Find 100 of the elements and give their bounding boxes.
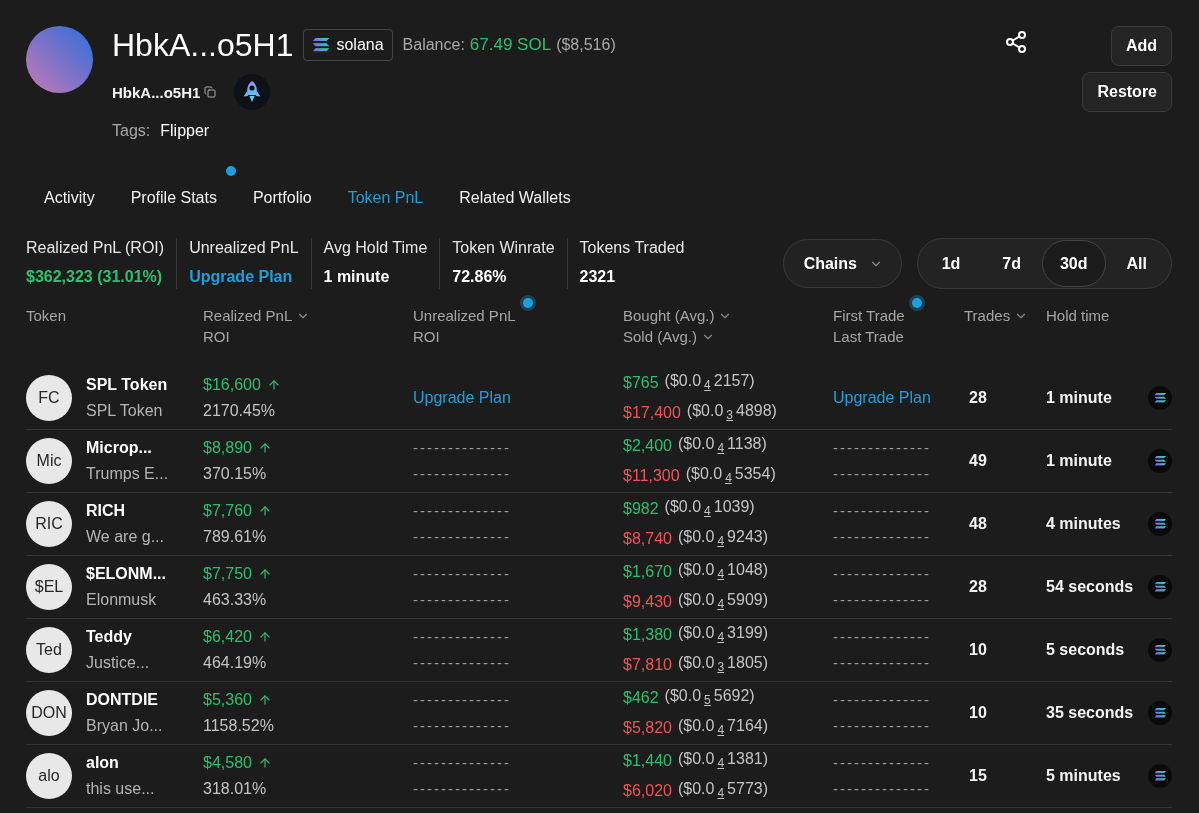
avg-price: ($0.0$_{4}$5773) bbox=[677, 779, 768, 802]
column-header: ROI bbox=[413, 327, 440, 347]
avg-price: ($0.0$_{4}$1039) bbox=[664, 497, 755, 520]
token-avatar: Mic bbox=[26, 438, 72, 484]
upgrade-plan-link[interactable]: Upgrade Plan bbox=[833, 389, 964, 407]
hidden-value: -------------- bbox=[833, 464, 931, 484]
column-header: Hold time bbox=[1046, 306, 1110, 326]
chain-name: solana bbox=[336, 36, 384, 54]
sold-amount: $9,430 bbox=[623, 592, 672, 612]
bought-amount: $2,400 bbox=[623, 436, 672, 456]
period-button[interactable]: 7d bbox=[981, 240, 1042, 287]
bought-amount: $982 bbox=[623, 499, 659, 519]
period-button[interactable]: 30d bbox=[1041, 240, 1106, 287]
token-avatar: alo bbox=[26, 753, 72, 799]
chain-logo-icon bbox=[1148, 386, 1172, 410]
bought-amount: $1,440 bbox=[623, 751, 672, 771]
avg-price: ($0.0$_{4}$3199) bbox=[677, 623, 768, 646]
roi-value: 370.15% bbox=[203, 464, 267, 484]
realized-pnl: $16,600 bbox=[203, 375, 261, 395]
chain-logo-icon bbox=[312, 37, 331, 53]
stat-label: Avg Hold Time bbox=[323, 239, 428, 257]
token-avatar: $EL bbox=[26, 564, 72, 610]
token-avatar: RIC bbox=[26, 501, 72, 547]
roi-value: 318.01% bbox=[203, 779, 267, 799]
chain-logo-icon bbox=[1148, 512, 1172, 536]
roi-value: 2170.45% bbox=[203, 401, 276, 421]
action-button[interactable]: Restore bbox=[1082, 72, 1172, 112]
token-name[interactable]: SPL Token bbox=[86, 373, 168, 397]
trade-count: 28 bbox=[968, 389, 988, 407]
token-name[interactable]: Microp... bbox=[86, 436, 152, 460]
sold-amount: $8,740 bbox=[623, 529, 672, 549]
chain-logo-icon bbox=[1148, 638, 1172, 662]
hidden-value: -------------- bbox=[413, 590, 511, 610]
tab[interactable]: Token PnL bbox=[329, 180, 442, 216]
realized-pnl: $4,580 bbox=[203, 753, 252, 773]
bought-amount: $765 bbox=[623, 373, 659, 393]
tag: Flipper bbox=[160, 122, 210, 140]
chain-logo-icon bbox=[1148, 449, 1172, 473]
realized-pnl: $7,750 bbox=[203, 564, 252, 584]
hidden-value: -------------- bbox=[833, 716, 931, 736]
token-avatar: Ted bbox=[26, 627, 72, 673]
realized-pnl: $5,360 bbox=[203, 690, 252, 710]
tab[interactable]: Activity bbox=[26, 180, 113, 216]
column-header[interactable]: Trades bbox=[964, 305, 1011, 326]
copy-icon[interactable] bbox=[204, 86, 217, 98]
wallet-title: HbkA...o5H1 bbox=[112, 27, 294, 63]
column-header[interactable]: Sold (Avg.) bbox=[623, 326, 697, 347]
tab[interactable]: Portfolio bbox=[234, 180, 330, 216]
rocket-icon bbox=[234, 74, 271, 110]
period-button[interactable]: 1d bbox=[920, 240, 982, 287]
token-name[interactable]: DONTDIE bbox=[86, 688, 158, 712]
sold-amount: $5,820 bbox=[623, 718, 672, 738]
token-description: Bryan Jo... bbox=[86, 716, 163, 736]
hidden-value: -------------- bbox=[833, 527, 931, 547]
token-description: this use... bbox=[86, 779, 155, 799]
hidden-value: -------------- bbox=[833, 501, 931, 521]
hold-time: 1 minute bbox=[1046, 389, 1113, 407]
column-header[interactable]: Realized PnL bbox=[203, 305, 293, 326]
realized-pnl: $6,420 bbox=[203, 627, 252, 647]
roi-value: 789.61% bbox=[203, 527, 267, 547]
token-name[interactable]: $ELONM... bbox=[86, 562, 166, 586]
chains-dropdown[interactable]: Chains bbox=[782, 239, 902, 288]
tab[interactable]: Profile Stats bbox=[112, 180, 235, 216]
token-description: SPL Token bbox=[86, 401, 163, 421]
column-header[interactable]: Bought (Avg.) bbox=[623, 305, 715, 326]
hidden-value: -------------- bbox=[413, 653, 511, 673]
action-button[interactable]: Add bbox=[1110, 26, 1172, 66]
stat-label: Realized PnL (ROI) bbox=[26, 239, 165, 257]
avg-price: ($0.0$_{4}$1381) bbox=[677, 749, 768, 772]
stat-label: Token Winrate bbox=[452, 239, 555, 257]
stat-value: 72.86% bbox=[452, 268, 508, 286]
bought-amount: $1,670 bbox=[623, 562, 672, 582]
sold-amount: $7,810 bbox=[623, 655, 672, 675]
wallet-address: HbkA...o5H1 bbox=[112, 83, 201, 101]
token-name[interactable]: Teddy bbox=[86, 625, 132, 649]
upgrade-plan-link[interactable]: Upgrade Plan bbox=[413, 389, 623, 407]
hidden-value: -------------- bbox=[833, 564, 931, 584]
hold-time: 4 minutes bbox=[1046, 515, 1122, 533]
token-name[interactable]: RICH bbox=[86, 499, 126, 523]
column-header: Unrealized PnL bbox=[413, 306, 516, 326]
avg-price: ($0.0$_{3}$1805) bbox=[677, 653, 768, 676]
hidden-value: -------------- bbox=[833, 590, 931, 610]
chain-logo-icon bbox=[1148, 575, 1172, 599]
tab[interactable]: Related Wallets bbox=[441, 180, 589, 216]
stat-value: 2321 bbox=[579, 268, 617, 286]
roi-value: 464.19% bbox=[203, 653, 267, 673]
hold-time: 54 seconds bbox=[1046, 578, 1135, 596]
sold-amount: $11,300 bbox=[623, 466, 680, 486]
hidden-value: -------------- bbox=[413, 779, 511, 799]
realized-pnl: $7,760 bbox=[203, 501, 252, 521]
hidden-value: -------------- bbox=[413, 627, 511, 647]
trade-count: 28 bbox=[968, 578, 988, 596]
roi-value: 1158.52% bbox=[203, 716, 274, 736]
token-description: We are g... bbox=[86, 527, 164, 547]
upgrade-plan-link[interactable]: Upgrade Plan bbox=[189, 268, 299, 286]
token-name[interactable]: alon bbox=[86, 751, 119, 775]
share-icon[interactable] bbox=[1004, 30, 1029, 54]
avg-price: ($0.0$_{4}$9243) bbox=[677, 527, 768, 550]
period-button[interactable]: All bbox=[1105, 240, 1168, 287]
hidden-value: -------------- bbox=[833, 779, 931, 799]
